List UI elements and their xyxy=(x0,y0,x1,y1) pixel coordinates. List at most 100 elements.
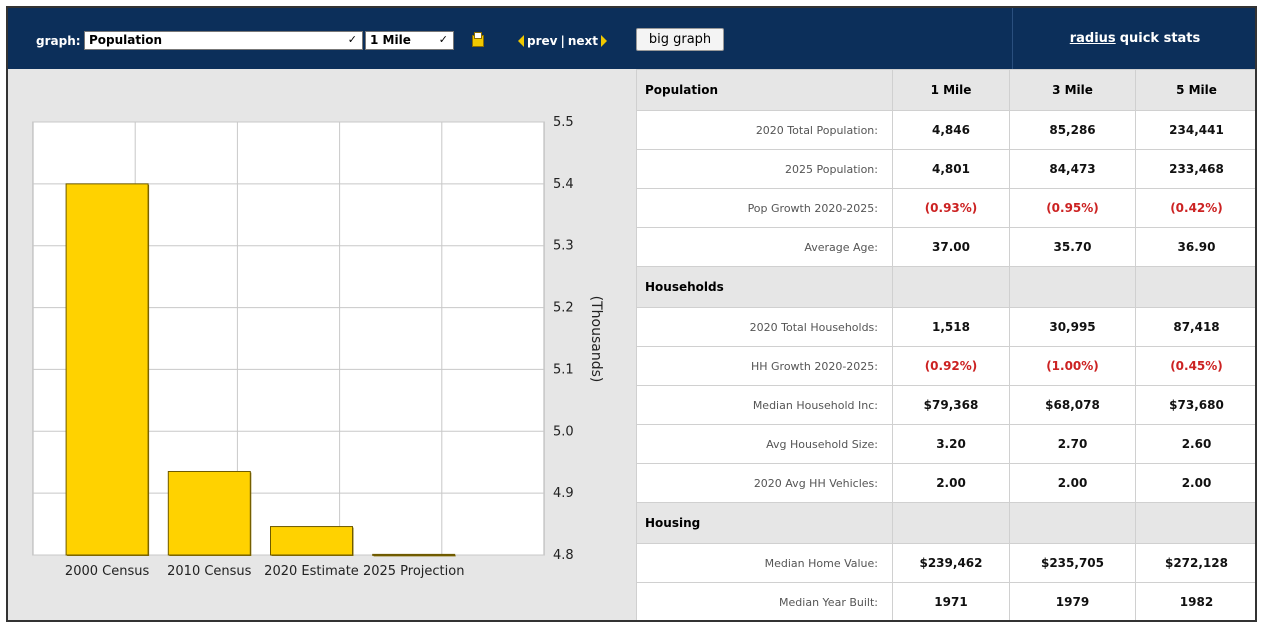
row-value: $68,078 xyxy=(1009,385,1136,425)
table-row: Median Household Inc: $79,368 $68,078 $73,6… xyxy=(636,385,1255,425)
row-value: 2.60 xyxy=(1135,424,1255,464)
row-value: $239,462 xyxy=(892,543,1010,583)
row-value: 2.00 xyxy=(1009,463,1136,503)
table-row: Average Age: 37.00 35.70 36.90 xyxy=(636,227,1255,267)
prev-link[interactable]: prev xyxy=(527,34,557,48)
column-header: 1 Mile xyxy=(892,69,1010,111)
table-row: Median Year Built: 1971 1979 1982 xyxy=(636,582,1255,620)
row-value: 234,441 xyxy=(1135,110,1255,150)
quick-stats-header: radius quick stats xyxy=(1012,8,1255,69)
row-value: 4,846 xyxy=(892,110,1010,150)
arrow-left-icon xyxy=(518,35,524,47)
x-tick-label: 2025 Projection xyxy=(363,564,465,579)
row-value: 37.00 xyxy=(892,227,1010,267)
row-value: 2.00 xyxy=(892,463,1010,503)
row-value: 2.70 xyxy=(1009,424,1136,464)
section-spacer-cell xyxy=(892,266,1010,308)
graph-type-value: Population xyxy=(89,33,163,47)
table-row: 2025 Population: 4,801 84,473 233,468 xyxy=(636,149,1255,189)
x-tick-label: 2000 Census xyxy=(65,564,150,579)
row-value: 3.20 xyxy=(892,424,1010,464)
row-value: 84,473 xyxy=(1009,149,1136,189)
column-header: 5 Mile xyxy=(1135,69,1255,111)
row-label: Median Year Built: xyxy=(636,582,893,620)
row-value: (1.00%) xyxy=(1009,346,1136,386)
row-value: $79,368 xyxy=(892,385,1010,425)
section-spacer-cell xyxy=(1009,502,1136,544)
table-row: Median Home Value: $239,462 $235,705 $272,1… xyxy=(636,543,1255,583)
row-value: 1971 xyxy=(892,582,1010,620)
y-tick-label: 5.5 xyxy=(553,115,574,130)
bar xyxy=(65,183,149,556)
row-value: 233,468 xyxy=(1135,149,1255,189)
graph-pager: prev | next xyxy=(518,34,608,48)
row-value: 2.00 xyxy=(1135,463,1255,503)
section-header-row: Population 1 Mile 3 Mile 5 Mile xyxy=(636,69,1255,111)
table-row: 2020 Total Population: 4,846 85,286 234,441 xyxy=(636,110,1255,150)
row-value: 30,995 xyxy=(1009,307,1136,347)
row-value: $272,128 xyxy=(1135,543,1255,583)
radius-value: 1 Mile xyxy=(370,33,411,47)
y-tick-label: 5.2 xyxy=(553,301,574,316)
graph-label: graph: xyxy=(36,34,81,48)
row-value: (0.93%) xyxy=(892,188,1010,228)
bar-chart: 5.5 5.4 5.3 5.2 5.1 5.0 4.9 4.8 2000 Census 2010 … xyxy=(32,115,604,579)
row-value: (0.95%) xyxy=(1009,188,1136,228)
bar xyxy=(372,553,456,556)
section-spacer-cell xyxy=(1009,266,1136,308)
row-value: $235,705 xyxy=(1009,543,1136,583)
row-value: 36.90 xyxy=(1135,227,1255,267)
y-tick-label: 4.8 xyxy=(553,548,574,563)
quick-stats-title: quick stats xyxy=(1119,31,1201,46)
y-tick-label: 4.9 xyxy=(553,486,574,501)
row-label: 2020 Total Population: xyxy=(636,110,893,150)
section-name: Households xyxy=(636,266,893,308)
x-tick-label: 2020 Estimate xyxy=(264,564,359,579)
row-label: Median Household Inc: xyxy=(636,385,893,425)
section-name: Housing xyxy=(636,502,893,544)
table-row: 2020 Avg HH Vehicles: 2.00 2.00 2.00 xyxy=(636,463,1255,503)
graph-type-select[interactable]: Population ✓ xyxy=(84,31,363,50)
row-value: 85,286 xyxy=(1009,110,1136,150)
row-value: (0.42%) xyxy=(1135,188,1255,228)
radius-link[interactable]: radius xyxy=(1070,31,1116,46)
row-label: 2025 Population: xyxy=(636,149,893,189)
next-link[interactable]: next xyxy=(568,34,598,48)
row-value: (0.92%) xyxy=(892,346,1010,386)
chart-panel: 5.5 5.4 5.3 5.2 5.1 5.0 4.9 4.8 2000 Census 2010 … xyxy=(8,69,636,620)
print-icon[interactable] xyxy=(471,32,485,49)
section-name: Population xyxy=(636,69,893,111)
radius-select[interactable]: 1 Mile ✓ xyxy=(365,31,454,50)
row-value: 35.70 xyxy=(1009,227,1136,267)
bar xyxy=(270,526,353,556)
row-value: 1,518 xyxy=(892,307,1010,347)
y-tick-label: 5.0 xyxy=(553,424,574,439)
row-value: 1979 xyxy=(1009,582,1136,620)
graph-toolbar: graph: Population ✓ 1 Mile ✓ prev | next… xyxy=(8,8,1012,69)
section-header-row: Housing xyxy=(636,502,1255,544)
row-value: $73,680 xyxy=(1135,385,1255,425)
row-value: 4,801 xyxy=(892,149,1010,189)
row-label: Average Age: xyxy=(636,227,893,267)
chevron-down-icon: ✓ xyxy=(347,33,357,46)
big-graph-button[interactable]: big graph xyxy=(636,28,724,51)
row-value: 87,418 xyxy=(1135,307,1255,347)
table-row: HH Growth 2020-2025: (0.92%) (1.00%) (0.45%… xyxy=(636,346,1255,386)
row-label: Median Home Value: xyxy=(636,543,893,583)
row-value: (0.45%) xyxy=(1135,346,1255,386)
section-header-row: Households xyxy=(636,266,1255,308)
row-label: Avg Household Size: xyxy=(636,424,893,464)
quick-stats-table-wrap: Population 1 Mile 3 Mile 5 Mile 2020 Total P… xyxy=(636,69,1255,620)
bar xyxy=(167,470,251,556)
section-spacer-cell xyxy=(892,502,1010,544)
y-tick-label: 5.1 xyxy=(553,362,574,377)
arrow-right-icon xyxy=(601,35,608,47)
table-row: 2020 Total Households: 1,518 30,995 87,418 xyxy=(636,307,1255,347)
row-label: Pop Growth 2020-2025: xyxy=(636,188,893,228)
pager-separator: | xyxy=(560,34,565,48)
y-tick-label: 5.3 xyxy=(553,239,574,254)
y-tick-label: 5.4 xyxy=(553,177,574,192)
table-row: Pop Growth 2020-2025: (0.93%) (0.95%) (0.42… xyxy=(636,188,1255,228)
section-spacer-cell xyxy=(1135,266,1255,308)
row-value: 1982 xyxy=(1135,582,1255,620)
